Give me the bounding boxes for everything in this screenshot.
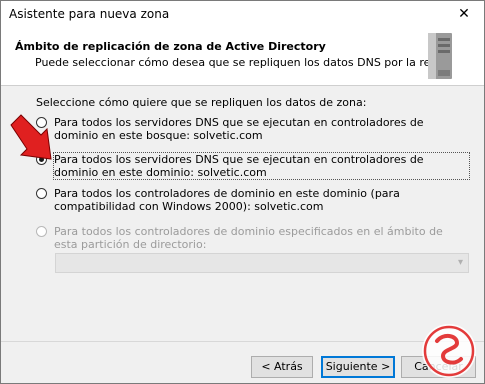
watermark-logo-icon <box>422 324 476 378</box>
radio-domain-w2000[interactable] <box>36 188 47 199</box>
wizard-content: Seleccione cómo quiere que se repliquen … <box>1 86 484 341</box>
back-button[interactable]: < Atrás <box>251 356 313 378</box>
chevron-down-icon: ▾ <box>457 257 463 268</box>
option-forest-label: Para todos los servidores DNS que se eje… <box>54 116 424 142</box>
next-button[interactable]: Siguiente > <box>321 356 395 378</box>
red-arrow-icon <box>10 114 52 160</box>
footer-divider <box>1 341 484 342</box>
window-title: Asistente para nueva zona <box>9 7 170 21</box>
partition-combo: ▾ <box>55 253 469 273</box>
radio-partition <box>36 226 47 237</box>
option-domain-dns[interactable]: Para todos los servidores DNS que se eje… <box>36 152 470 181</box>
option-domain-w2000[interactable]: Para todos los controladores de dominio … <box>36 187 466 215</box>
option-domain-w2000-label: Para todos los controladores de dominio … <box>54 187 400 213</box>
page-subtitle: Puede seleccionar cómo desea que se repl… <box>35 56 441 69</box>
wizard-header: Ámbito de replicación de zona de Active … <box>1 29 484 86</box>
page-title: Ámbito de replicación de zona de Active … <box>15 40 326 53</box>
replication-prompt: Seleccione cómo quiere que se repliquen … <box>36 96 367 109</box>
title-bar: Asistente para nueva zona ✕ <box>1 1 484 29</box>
option-partition: Para todos los controladores de dominio … <box>36 225 466 253</box>
option-forest[interactable]: Para todos los servidores DNS que se eje… <box>36 116 466 144</box>
wizard-window: Asistente para nueva zona ✕ Ámbito de re… <box>0 0 485 384</box>
option-partition-label: Para todos los controladores de dominio … <box>54 225 443 251</box>
option-domain-dns-label: Para todos los servidores DNS que se eje… <box>53 152 470 180</box>
close-button[interactable]: ✕ <box>444 1 484 29</box>
server-icon <box>428 33 452 79</box>
